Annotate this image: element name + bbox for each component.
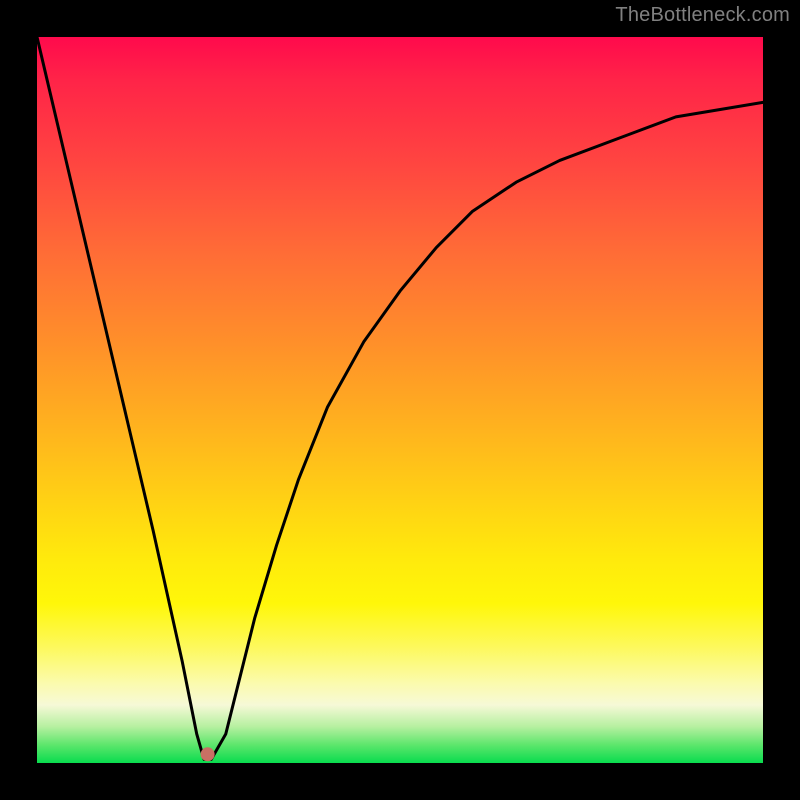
plot-area (37, 37, 763, 763)
optimum-marker (201, 747, 215, 761)
bottleneck-curve (37, 37, 763, 759)
chart-frame: TheBottleneck.com (0, 0, 800, 800)
watermark-text: TheBottleneck.com (615, 4, 790, 27)
curve-svg (37, 37, 763, 763)
